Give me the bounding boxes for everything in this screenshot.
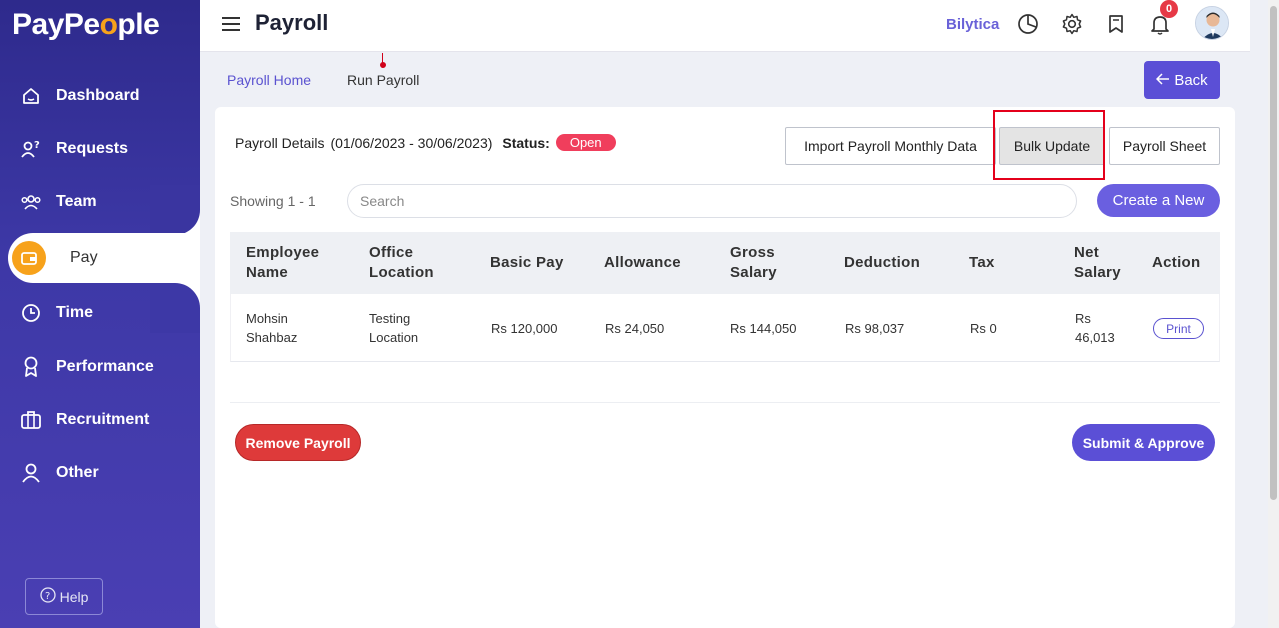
- col-employee-name[interactable]: Employee Name: [246, 243, 319, 283]
- payroll-details: Payroll Details (01/06/2023 - 30/06/2023…: [235, 134, 616, 151]
- cell-basic-pay: Rs 120,000: [491, 321, 558, 336]
- company-name[interactable]: Bilytica: [946, 16, 999, 33]
- arrow-left-icon: [1156, 72, 1170, 89]
- help-icon: ?: [39, 587, 56, 606]
- sidebar-item-recruitment[interactable]: Recruitment: [0, 398, 200, 442]
- status-label: Status:: [502, 134, 550, 151]
- col-allowance[interactable]: Allowance: [604, 253, 681, 273]
- sidebar-item-pay[interactable]: Pay: [8, 233, 200, 283]
- active-tab-marker-dot: [380, 62, 386, 68]
- remove-payroll-button[interactable]: Remove Payroll: [235, 424, 361, 461]
- payroll-sheet-button[interactable]: Payroll Sheet: [1109, 127, 1220, 165]
- scrollbar-thumb[interactable]: [1270, 6, 1277, 500]
- sidebar-item-other[interactable]: Other: [0, 451, 200, 495]
- payroll-period: (01/06/2023 - 30/06/2023): [330, 134, 493, 151]
- page-title: Payroll: [255, 10, 329, 35]
- cell-net-salary: Rs 46,013: [1075, 311, 1115, 345]
- notification-badge: 0: [1160, 0, 1178, 18]
- bookmark-icon[interactable]: [1104, 12, 1128, 36]
- app-logo[interactable]: PayPeople: [12, 8, 160, 42]
- back-button[interactable]: Back: [1144, 61, 1220, 99]
- svg-text:?: ?: [45, 591, 50, 602]
- briefcase-icon: [20, 409, 42, 431]
- divider: [230, 402, 1220, 403]
- table-header: Employee Name Office Location Basic Pay Al…: [230, 232, 1220, 294]
- user-avatar[interactable]: [1195, 6, 1229, 40]
- cell-tax: Rs 0: [970, 321, 997, 336]
- col-net-salary[interactable]: Net Salary: [1074, 243, 1121, 283]
- col-office-location[interactable]: Office Location: [369, 243, 434, 283]
- menu-icon[interactable]: [222, 17, 240, 35]
- status-badge: Open: [555, 134, 616, 151]
- sidebar-item-performance[interactable]: Performance: [0, 345, 200, 389]
- col-action: Action: [1152, 254, 1201, 271]
- pie-chart-icon[interactable]: [1016, 12, 1040, 36]
- team-icon: [20, 191, 42, 213]
- sidebar: PayPeople Dashboard ? Requests Team Pay …: [0, 0, 200, 628]
- top-header: Payroll Bilytica 0: [200, 0, 1250, 52]
- create-new-button[interactable]: Create a New: [1097, 184, 1220, 217]
- svg-text:?: ?: [34, 140, 40, 151]
- cell-employee-name: Mohsin Shahbaz: [246, 311, 298, 345]
- print-button[interactable]: Print: [1153, 318, 1204, 339]
- cell-gross-salary: Rs 144,050: [730, 321, 797, 336]
- payroll-details-label: Payroll Details: [235, 134, 325, 151]
- help-button[interactable]: ? Help: [25, 578, 103, 615]
- sidebar-item-team[interactable]: Team: [0, 180, 200, 224]
- sidebar-item-time[interactable]: Time: [0, 291, 200, 335]
- gear-icon[interactable]: [1060, 12, 1084, 36]
- sidebar-item-dashboard[interactable]: Dashboard: [0, 74, 200, 118]
- search-input[interactable]: Search: [347, 184, 1077, 218]
- col-basic-pay[interactable]: Basic Pay: [490, 253, 564, 273]
- col-tax[interactable]: Tax: [969, 253, 995, 273]
- wallet-icon: [12, 241, 46, 275]
- award-icon: [20, 356, 42, 378]
- col-gross-salary[interactable]: Gross Salary: [730, 243, 777, 283]
- user-icon: [20, 462, 42, 484]
- showing-count: Showing 1 - 1: [230, 193, 316, 209]
- cell-office-location: Testing Location: [369, 311, 419, 345]
- cell-allowance: Rs 24,050: [605, 321, 665, 336]
- import-payroll-button[interactable]: Import Payroll Monthly Data: [785, 127, 996, 165]
- home-icon: [20, 85, 42, 107]
- breadcrumb-run-payroll[interactable]: Run Payroll: [347, 72, 419, 88]
- breadcrumb-payroll-home[interactable]: Payroll Home: [227, 72, 311, 88]
- requests-icon: ?: [20, 138, 42, 160]
- table-row[interactable]: Mohsin Shahbaz Testing Location Rs 120,000…: [230, 294, 1220, 362]
- clock-icon: [20, 302, 42, 324]
- highlight-box: [993, 110, 1105, 180]
- col-deduction[interactable]: Deduction: [844, 253, 920, 273]
- submit-approve-button[interactable]: Submit & Approve: [1072, 424, 1215, 461]
- cell-deduction: Rs 98,037: [845, 321, 905, 336]
- sidebar-item-requests[interactable]: ? Requests: [0, 127, 200, 171]
